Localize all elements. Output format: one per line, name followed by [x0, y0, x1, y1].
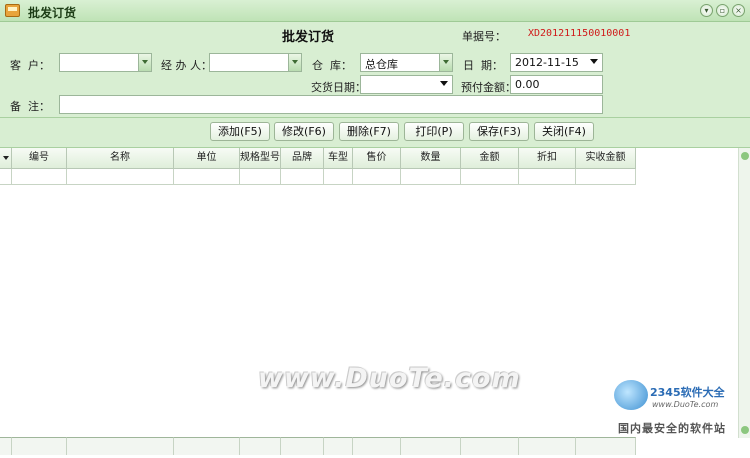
doc-no-value: XD201211150010001: [528, 28, 631, 39]
column-header[interactable]: 数量: [401, 148, 461, 169]
close-icon[interactable]: ×: [732, 4, 745, 17]
edit-button[interactable]: 修改(F6): [274, 122, 334, 141]
action-toolbar: 添加(F5) 修改(F6) 删除(F7) 打印(P) 保存(F3) 关闭(F4): [0, 118, 750, 148]
close-button[interactable]: 关闭(F4): [534, 122, 594, 141]
handler-dropdown-icon[interactable]: [288, 54, 301, 71]
print-button[interactable]: 打印(P): [404, 122, 464, 141]
handler-label: 经 办 人：: [161, 59, 212, 72]
grid-footer-row: [0, 437, 636, 455]
delivery-date-dropdown-icon[interactable]: [440, 81, 448, 86]
date-label: 日 期：: [463, 59, 503, 72]
save-button[interactable]: 保存(F3): [469, 122, 529, 141]
column-header[interactable]: 编号: [12, 148, 67, 169]
window-title: 批发订货: [28, 6, 77, 20]
watermark-text: www.DuoTe.com: [258, 363, 521, 394]
prepaid-input[interactable]: 0.00: [510, 75, 603, 94]
app-icon: [5, 4, 20, 17]
mascot-icon: [614, 380, 648, 410]
doc-no-label: 单据号：: [462, 30, 506, 43]
column-header[interactable]: 实收金额: [576, 148, 636, 169]
logo-brand: 2345软件大全: [650, 386, 725, 399]
restore-icon[interactable]: ▫: [716, 4, 729, 17]
order-form: 批发订货 单据号： XD201211150010001 客 户： 经 办 人： …: [0, 22, 750, 118]
title-bar: 批发订货 ▾ ▫ ×: [0, 0, 750, 22]
note-input[interactable]: [59, 95, 603, 114]
prepaid-value: 0.00: [515, 78, 540, 91]
column-header[interactable]: 折扣: [519, 148, 576, 169]
column-header[interactable]: 品牌: [281, 148, 324, 169]
logo-tagline: 国内最安全的软件站: [618, 422, 726, 435]
warehouse-label: 仓 库：: [312, 59, 352, 72]
column-header[interactable]: 单位: [174, 148, 240, 169]
grid-header: 编号 名称 单位 规格型号 品牌 车型 售价 数量 金额 折扣 实收金额: [0, 148, 636, 169]
logo-url: www.DuoTe.com: [652, 400, 719, 409]
site-logo-watermark: 2345软件大全 www.DuoTe.com 国内最安全的软件站: [610, 376, 750, 436]
column-header[interactable]: 名称: [67, 148, 174, 169]
add-button[interactable]: 添加(F5): [210, 122, 270, 141]
column-header[interactable]: 车型: [324, 148, 353, 169]
column-header[interactable]: 售价: [353, 148, 401, 169]
delete-button[interactable]: 删除(F7): [339, 122, 399, 141]
prepaid-label: 预付金额：: [461, 81, 516, 94]
date-dropdown-icon[interactable]: [590, 59, 598, 64]
warehouse-dropdown-icon[interactable]: [439, 54, 452, 71]
customer-label: 客 户：: [10, 59, 50, 72]
delivery-date-label: 交货日期：: [311, 81, 366, 94]
warehouse-combo[interactable]: 总仓库: [360, 53, 453, 72]
column-header[interactable]: 规格型号: [240, 148, 281, 169]
warehouse-value: 总仓库: [365, 58, 398, 71]
date-picker[interactable]: 2012-11-15: [510, 53, 603, 72]
customer-combo[interactable]: [59, 53, 152, 72]
column-header[interactable]: 金额: [461, 148, 519, 169]
scroll-up-icon[interactable]: [741, 152, 749, 160]
note-label: 备 注：: [10, 100, 50, 113]
row-indicator-icon: [0, 148, 12, 169]
date-value: 2012-11-15: [515, 56, 579, 69]
customer-dropdown-icon[interactable]: [138, 54, 151, 71]
form-heading: 批发订货: [282, 30, 335, 45]
minimize-icon[interactable]: ▾: [700, 4, 713, 17]
handler-combo[interactable]: [209, 53, 302, 72]
delivery-date-picker[interactable]: [360, 75, 453, 94]
table-row[interactable]: [0, 169, 636, 185]
